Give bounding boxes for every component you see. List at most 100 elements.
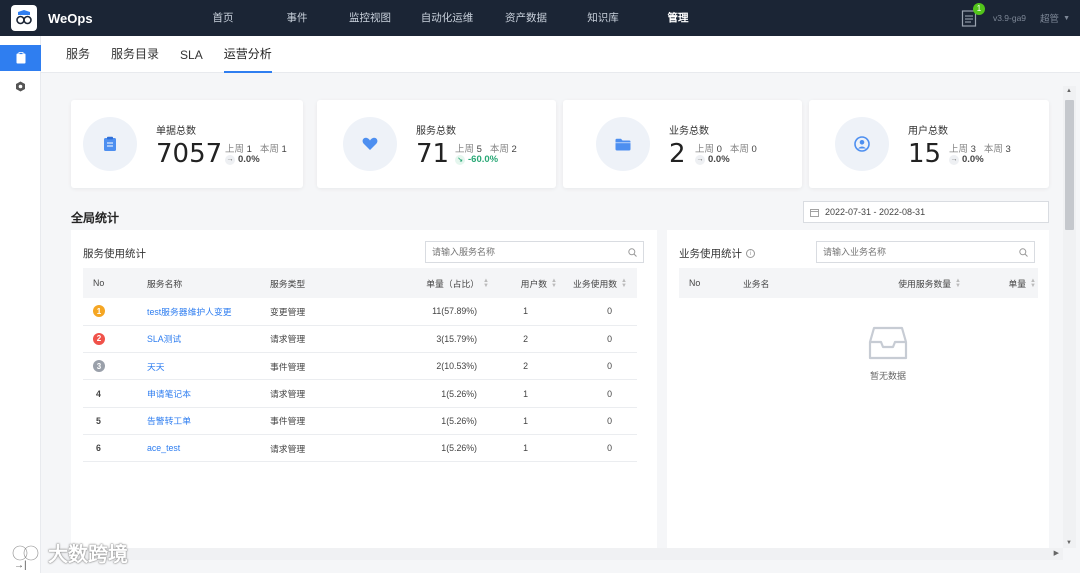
tab-service[interactable]: 服务 [66,45,90,72]
stat-card-services: 服务总数 71 上周 5 本周 2 ↘ -60.0% [317,100,556,188]
column-header: 服务类型 [270,268,390,298]
business-usage-table: No 业务名 使用服务数量 ▲ ▼ 单量 ▲ ▼ [679,268,1038,298]
main-content: 单据总数 7057 上周 1 本周 1 → 0.0% 服务总数 71 上周 5 本… [57,86,1063,548]
business-search-input[interactable] [823,247,993,257]
horizontal-scrollbar[interactable]: ▶ [57,548,1063,560]
service-name-link[interactable]: 告警转工单 [147,407,270,435]
nav-item-manage[interactable]: 管理 [648,0,708,36]
table-row: 4 申请笔记本 请求管理 1(5.26%) 1 0 [83,379,637,408]
service-usage-panel: 服务使用统计 No 服务名称 服务类型 单量（占比）▲▼ 用户数▲▼ 业务使用数… [71,230,657,548]
table-row: 1 test服务器维护人变更 变更管理 11(57.89%) 1 0 [83,298,637,326]
notification-button[interactable]: 1 [961,3,985,27]
biz-cell: 0 [557,407,637,435]
notification-badge: 1 [972,3,985,15]
sort-icon: ▲ ▼ [1030,278,1036,290]
column-header-users[interactable]: 用户数 ▲ ▼ [489,268,557,298]
left-sidebar: →| [0,36,41,573]
service-name-link[interactable]: test服务器维护人变更 [147,298,270,326]
empty-inbox-icon [868,326,908,360]
service-search-input[interactable] [432,247,602,257]
folder-icon [596,117,650,171]
search-icon[interactable] [628,247,637,257]
stat-card-business: 业务总数 2 上周 0 本周 0 → 0.0% [563,100,802,188]
column-header: 业务名 [743,268,853,298]
watermark: 大数跨境 [8,538,128,567]
date-range-value: 2022-07-31 - 2022-08-31 [825,207,926,217]
watermark-logo-icon [12,545,39,560]
scroll-up-icon: ▲ [1066,88,1072,94]
service-type: 请求管理 [270,379,390,408]
clipboard-icon [16,52,25,64]
service-name-link[interactable]: 申请笔记本 [147,379,270,408]
info-icon[interactable]: i [746,249,755,258]
date-range-picker[interactable]: 2022-07-31 - 2022-08-31 [803,201,1049,223]
user-icon [835,117,889,171]
calendar-icon [810,208,819,217]
user-name: 超管 [1040,14,1060,25]
stat-value: 15 [908,139,942,169]
heart-icon [343,117,397,171]
count-cell: 2(10.53%) [390,352,489,381]
column-header-services[interactable]: 使用服务数量 ▲ ▼ [853,268,961,298]
users-cell: 1 [489,298,557,326]
scroll-thumb[interactable] [1065,100,1074,230]
service-type: 请求管理 [270,434,390,463]
nav-item-automation[interactable]: 自动化运维 [407,0,487,36]
nav-item-home[interactable]: 首页 [188,0,258,36]
clipboard-icon [83,117,137,171]
column-header-biz[interactable]: 业务使用数 ▲ ▼ [557,268,637,298]
rank-cell: 3 [83,352,147,381]
users-cell: 1 [489,379,557,408]
nav-item-assets[interactable]: 资产数据 [491,0,561,36]
nav-item-knowledge[interactable]: 知识库 [573,0,633,36]
users-cell: 2 [489,352,557,381]
count-cell: 11(57.89%) [390,298,489,326]
sort-icon: ▲ ▼ [621,278,627,290]
search-icon[interactable] [1019,247,1028,257]
stat-week-compare: 上周 3 本周 3 [949,144,1011,155]
tab-sla[interactable]: SLA [180,48,203,72]
service-name-link[interactable]: ace_test [147,434,270,463]
stat-value: 2 [669,139,686,169]
business-usage-panel: 业务使用统计i No 业务名 使用服务数量▲▼ 单量▲▼ 暂无数据 [667,230,1049,548]
weops-logo[interactable] [11,5,37,31]
stat-label: 服务总数 [416,126,456,137]
version-label: v3.9-ga9 [992,13,1027,23]
stat-card-users: 用户总数 15 上周 3 本周 3 → 0.0% [809,100,1049,188]
tab-operations-analysis[interactable]: 运营分析 [223,45,272,73]
biz-cell: 0 [557,325,637,354]
column-header-count[interactable]: 单量 ▲ ▼ [961,268,1038,298]
service-name-link[interactable]: 天天 [147,352,270,381]
biz-cell: 0 [557,352,637,381]
nav-item-monitor-view[interactable]: 监控视图 [335,0,405,36]
count-cell: 1(5.26%) [390,434,489,463]
service-type: 请求管理 [270,325,390,354]
empty-text: 暂无数据 [869,371,906,381]
service-type: 事件管理 [270,407,390,435]
sort-icon: ▲ ▼ [551,278,557,290]
logo-icon [16,10,32,25]
arrow-right-icon: → [695,154,705,165]
stat-label: 业务总数 [669,126,709,137]
rank-gray-badge: 3 [93,360,105,373]
sub-tabs: 服务 服务目录 SLA 运营分析 [41,36,1080,73]
sidebar-item-settings[interactable] [0,73,41,99]
main-nav: 首页 事件 监控视图 自动化运维 资产数据 知识库 管理 [176,0,708,36]
business-search[interactable] [816,241,1035,263]
nav-item-events[interactable]: 事件 [271,0,323,36]
rank-cell: 6 [83,434,147,463]
brand-name: WeOps [48,10,93,26]
stat-week-compare: 上周 1 本周 1 [225,144,287,155]
stat-change: ↘ -60.0% [455,154,498,165]
stat-week-compare: 上周 5 本周 2 [455,144,517,155]
hexagon-settings-icon [16,81,25,91]
user-menu[interactable]: 超管 ▼ [1040,11,1070,25]
biz-cell: 0 [557,298,637,326]
vertical-scrollbar[interactable]: ▲ ▼ [1063,86,1076,548]
table-row: 2 SLA测试 请求管理 3(15.79%) 2 0 [83,325,637,354]
sidebar-item-operations[interactable] [0,45,41,71]
column-header-count[interactable]: 单量（占比） ▲ ▼ [390,268,489,298]
service-name-link[interactable]: SLA测试 [147,325,270,354]
tab-service-catalog[interactable]: 服务目录 [111,45,159,72]
service-search[interactable] [425,241,644,263]
